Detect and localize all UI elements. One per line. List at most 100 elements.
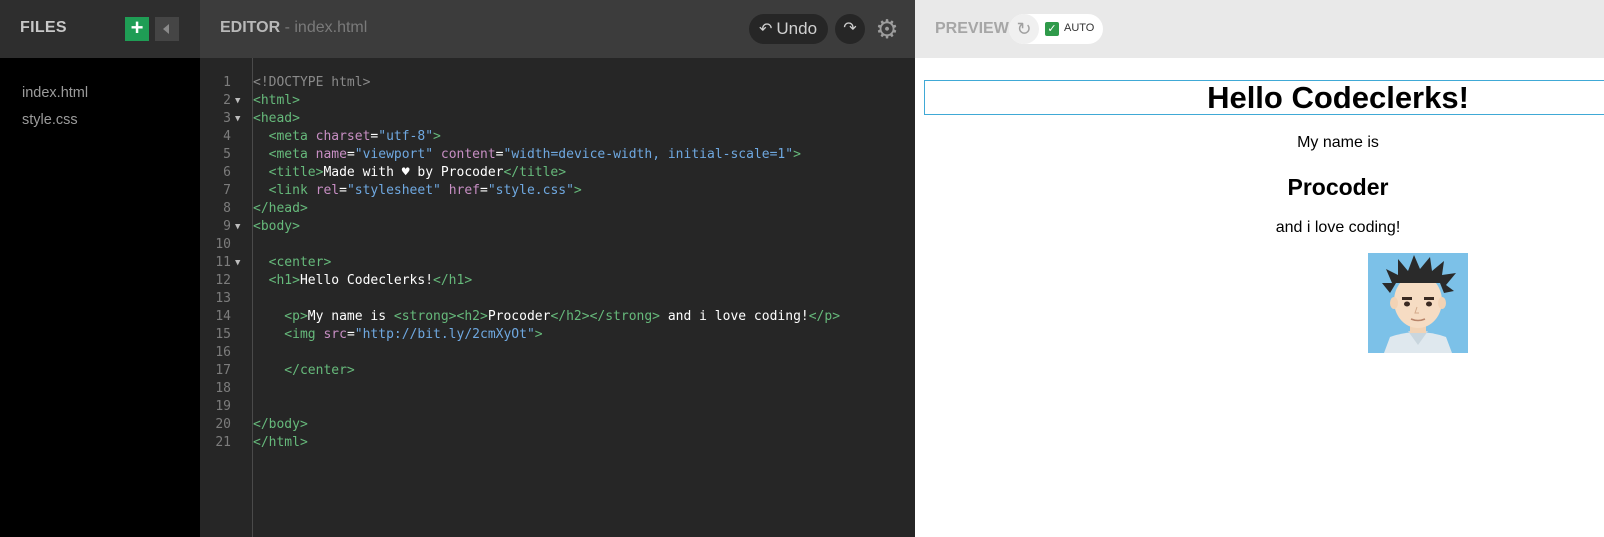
- fold-arrow-icon[interactable]: ▼: [235, 110, 240, 128]
- collapse-files-button[interactable]: [155, 17, 179, 41]
- auto-label: AUTO: [1064, 22, 1095, 34]
- code-token: =: [480, 183, 488, 198]
- code-line: 16: [200, 344, 915, 362]
- checkmark-icon: ✓: [1047, 23, 1057, 35]
- preview-h1: Hello Codeclerks!: [1207, 80, 1469, 115]
- preview-p2: and i love coding!: [1275, 219, 1401, 236]
- code-token: =: [346, 147, 355, 162]
- line-number: 8: [223, 201, 231, 216]
- undo-button[interactable]: ↶ Undo: [749, 14, 828, 44]
- auto-refresh-toggle: ↻ ✓ AUTO: [1009, 14, 1103, 44]
- redo-icon: ↷: [843, 20, 857, 37]
- line-number: 19: [215, 399, 231, 414]
- line-number: 9: [223, 219, 231, 234]
- code-token: and i love coding!: [660, 309, 809, 324]
- preview-p1: My name is: [1297, 134, 1379, 151]
- code-token: <h1>: [253, 273, 300, 288]
- code-token: src: [323, 327, 347, 342]
- code-line: 3 ▼ <head>: [200, 110, 915, 128]
- code-token: <head>: [253, 111, 300, 126]
- code-token: <meta: [253, 147, 316, 162]
- code-line: 11 ▼ <center>: [200, 254, 915, 272]
- refresh-icon: ↻: [1016, 19, 1032, 39]
- code-line: 18: [200, 380, 915, 398]
- file-item-index-html[interactable]: index.html: [22, 80, 88, 107]
- code-line: 1 <!DOCTYPE html>: [200, 74, 915, 92]
- code-token: </h2></strong>: [550, 309, 661, 324]
- code-token: Procoder: [487, 309, 551, 324]
- preview-pane: PREVIEW ↻ ✓ AUTO Hello Codeclerks! My na…: [915, 0, 1604, 537]
- code-token: <html>: [253, 93, 300, 108]
- fold-arrow-icon[interactable]: ▼: [235, 254, 240, 272]
- line-number: 4: [223, 129, 231, 144]
- fold-arrow-icon[interactable]: ▼: [235, 218, 240, 236]
- code-editor[interactable]: 1 <!DOCTYPE html> 2 ▼ <html> 3 ▼ <head> 4 <me…: [200, 74, 915, 452]
- file-list: index.html style.css: [22, 80, 88, 134]
- line-number: 7: [223, 183, 231, 198]
- code-token: "width=device-width, initial-scale=1": [503, 147, 794, 162]
- code-token: "style.css": [487, 183, 574, 198]
- code-token: </body>: [253, 417, 308, 432]
- line-number: 11: [215, 255, 231, 270]
- code-token: My name is: [307, 309, 394, 324]
- preview-render: Hello Codeclerks! My name is Procoder an…: [915, 58, 1604, 537]
- code-line: 20 </body>: [200, 416, 915, 434]
- code-token: name: [315, 147, 347, 162]
- avatar-image: [1368, 253, 1468, 353]
- code-token: </head>: [253, 201, 308, 216]
- code-token: "utf-8": [378, 129, 434, 144]
- line-number: 3: [223, 111, 231, 126]
- line-number: 13: [215, 291, 231, 306]
- code-line: 6 <title>Made with ♥ by Procoder</title>: [200, 164, 915, 182]
- code-token: rel: [315, 183, 340, 198]
- add-file-button[interactable]: +: [125, 17, 149, 41]
- code-token: <body>: [253, 219, 300, 234]
- preview-h1-wrap: Hello Codeclerks!: [915, 80, 1604, 115]
- auto-checkbox[interactable]: ✓: [1045, 22, 1059, 36]
- code-line: 9 ▼ <body>: [200, 218, 915, 236]
- code-line: 4 <meta charset="utf-8">: [200, 128, 915, 146]
- code-line: 14 <p>My name is <strong><h2>Procoder</h…: [200, 308, 915, 326]
- undo-icon: ↶: [759, 21, 773, 38]
- code-token: "viewport": [354, 147, 434, 162]
- line-number: 6: [223, 165, 231, 180]
- files-pane: FILES + index.html style.css: [0, 0, 200, 537]
- code-line: 12 <h1>Hello Codeclerks!</h1>: [200, 272, 915, 290]
- code-token: =: [495, 147, 504, 162]
- files-header: FILES +: [0, 0, 200, 58]
- settings-button[interactable]: ⚙: [871, 13, 903, 45]
- code-line: 21 </html>: [200, 434, 915, 452]
- code-token: charset: [315, 129, 371, 144]
- code-token: content: [440, 147, 496, 162]
- code-token: <!DOCTYPE html>: [253, 75, 371, 90]
- editor-pane: EDITOR - index.html ↶ Undo ↷ ⚙ 1 <!DOCTYPE…: [200, 0, 915, 537]
- line-number: 2: [223, 93, 231, 108]
- code-line: 2 ▼ <html>: [200, 92, 915, 110]
- fold-arrow-icon[interactable]: ▼: [235, 92, 240, 110]
- editor-title-label: EDITOR: [220, 19, 281, 36]
- code-token: </p>: [808, 309, 841, 324]
- code-token: >: [793, 147, 801, 162]
- code-token: <p>: [253, 309, 308, 324]
- code-token: <strong><h2>: [393, 309, 488, 324]
- code-line: 13: [200, 290, 915, 308]
- preview-header: PREVIEW ↻ ✓ AUTO: [915, 0, 1604, 58]
- line-number: 17: [215, 363, 231, 378]
- code-token: <img: [253, 327, 324, 342]
- code-token: "http://bit.ly/2cmXyOt": [354, 327, 535, 342]
- undo-label: Undo: [776, 19, 818, 38]
- line-number: 16: [215, 345, 231, 360]
- code-token: <link: [253, 183, 316, 198]
- editor-filename: - index.html: [280, 19, 368, 36]
- code-line: 7 <link rel="stylesheet" href="style.css…: [200, 182, 915, 200]
- code-token: Made with ♥ by Procoder: [323, 165, 504, 180]
- files-title: FILES: [20, 19, 67, 36]
- gear-icon: ⚙: [875, 14, 899, 44]
- file-item-style-css[interactable]: style.css: [22, 107, 88, 134]
- redo-button[interactable]: ↷: [835, 14, 865, 44]
- refresh-button[interactable]: ↻: [1009, 14, 1039, 44]
- avatar-icon: [1368, 253, 1468, 353]
- code-token: =: [339, 183, 347, 198]
- code-token: >: [534, 327, 543, 342]
